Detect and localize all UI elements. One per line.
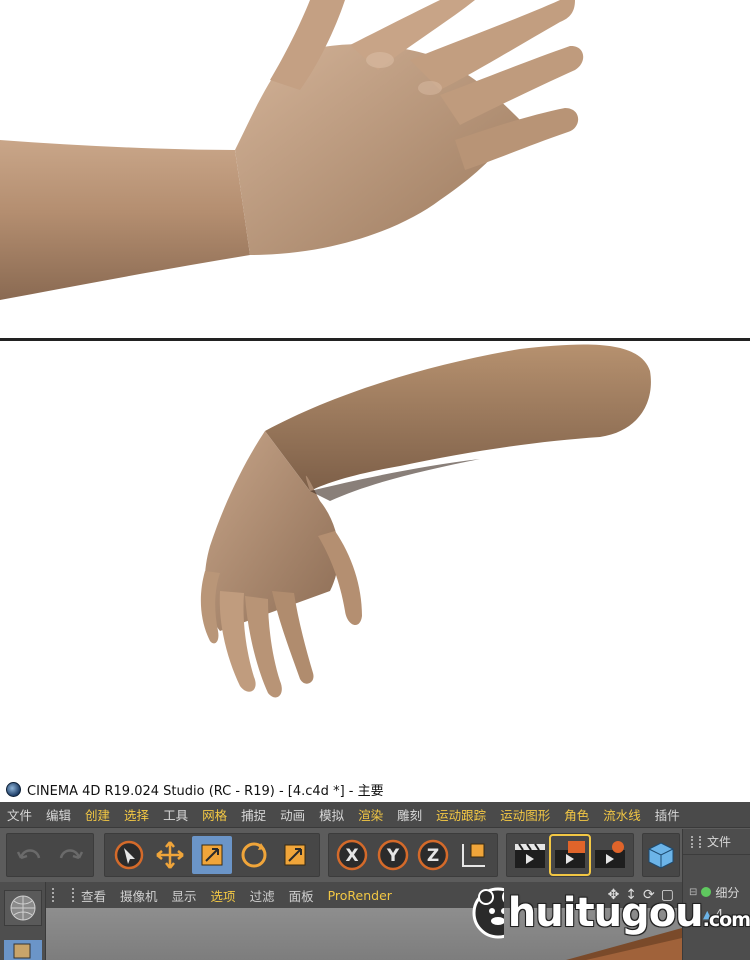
axis-lock-group: X Y Z — [328, 833, 498, 877]
hand-render-bent — [200, 344, 651, 698]
render-group — [506, 833, 634, 877]
window-titlebar: CINEMA 4D R19.024 Studio (RC - R19) - [4… — [0, 776, 750, 802]
left-palette — [0, 882, 46, 960]
vm-panel[interactable]: 面板 — [282, 886, 321, 905]
redo-icon — [59, 849, 84, 860]
menu-render[interactable]: 渲染 — [351, 805, 390, 824]
watermark: huitugou.com — [470, 873, 750, 953]
menu-simulate[interactable]: 模拟 — [312, 805, 351, 824]
scale-button[interactable] — [192, 836, 232, 874]
vm-options[interactable]: 选项 — [204, 886, 243, 905]
render-settings-button[interactable] — [591, 836, 629, 874]
menu-animate[interactable]: 动画 — [273, 805, 312, 824]
render-view-bottom — [0, 341, 750, 775]
cinema4d-logo-icon — [6, 781, 21, 797]
sphere-grid-icon — [10, 895, 36, 921]
menu-motion-tracker[interactable]: 运动跟踪 — [429, 805, 493, 824]
live-selection-icon — [114, 840, 144, 870]
cube-button[interactable] — [643, 836, 679, 874]
menu-tools[interactable]: 工具 — [156, 805, 195, 824]
render-view-button[interactable] — [511, 836, 549, 874]
vm-display[interactable]: 显示 — [165, 886, 204, 905]
vm-filter[interactable]: 过滤 — [243, 886, 282, 905]
watermark-text: huitugou.com — [507, 890, 750, 936]
menu-edit[interactable]: 编辑 — [39, 805, 78, 824]
move-icon — [156, 841, 185, 869]
history-group — [6, 833, 94, 877]
coordinate-system-button[interactable] — [455, 836, 494, 874]
y-axis-button[interactable]: Y — [374, 836, 413, 874]
last-tool-button[interactable] — [275, 836, 315, 874]
huitugou-logo-icon — [472, 887, 504, 939]
rotate-icon — [241, 842, 267, 868]
undo-icon — [16, 849, 41, 860]
render-picture-viewer-icon — [555, 841, 585, 868]
menu-mograph[interactable]: 运动图形 — [493, 805, 557, 824]
hand-render-open — [0, 0, 584, 300]
menu-file[interactable]: 文件 — [0, 805, 39, 824]
live-selection-button[interactable] — [109, 836, 149, 874]
cube-icon — [648, 842, 674, 869]
object-manager-header: 文件 — [683, 829, 750, 855]
menu-plugins[interactable]: 插件 — [648, 805, 687, 824]
last-tool-icon — [284, 844, 306, 866]
window-title: CINEMA 4D R19.024 Studio (RC - R19) - [4… — [27, 783, 384, 799]
x-axis-button[interactable]: X — [333, 836, 372, 874]
menu-sculpt[interactable]: 雕刻 — [390, 805, 429, 824]
vm-cameras[interactable]: 摄像机 — [113, 886, 165, 905]
y-axis-icon: Y — [377, 839, 408, 871]
menu-select[interactable]: 选择 — [117, 805, 156, 824]
model-mode-button[interactable] — [4, 890, 42, 926]
vm-view[interactable]: 查看 — [74, 886, 113, 905]
menu-snap[interactable]: 捕捉 — [234, 805, 273, 824]
om-file-menu[interactable]: 文件 — [707, 833, 731, 850]
z-axis-icon: Z — [418, 839, 449, 871]
svg-text:X: X — [346, 846, 359, 866]
panel-grip-icon[interactable] — [52, 888, 74, 902]
undo-button[interactable] — [11, 836, 49, 874]
menu-character[interactable]: 角色 — [557, 805, 596, 824]
vm-prorender[interactable]: ProRender — [321, 888, 399, 903]
move-button[interactable] — [151, 836, 191, 874]
transform-tools-group — [104, 833, 320, 877]
object-mode-button[interactable] — [4, 940, 42, 960]
redo-button[interactable] — [51, 836, 89, 874]
panel-grip-icon[interactable] — [691, 835, 701, 848]
svg-text:Z: Z — [427, 846, 439, 866]
render-view-icon — [515, 843, 545, 868]
z-axis-button[interactable]: Z — [414, 836, 453, 874]
menu-mesh[interactable]: 网格 — [195, 805, 234, 824]
main-menubar: 文件 编辑 创建 选择 工具 网格 捕捉 动画 模拟 渲染 雕刻 运动跟踪 运动… — [0, 802, 750, 828]
object-mode-icon — [13, 943, 31, 959]
rotate-button[interactable] — [234, 836, 274, 874]
x-axis-icon: X — [337, 839, 368, 871]
render-settings-icon — [595, 841, 625, 868]
scale-icon — [201, 844, 223, 866]
render-picture-viewer-button[interactable] — [549, 834, 591, 876]
menu-pipeline[interactable]: 流水线 — [596, 805, 648, 824]
render-view-top — [0, 0, 750, 338]
svg-text:Y: Y — [386, 846, 400, 866]
coordinate-system-icon — [461, 843, 485, 867]
menu-create[interactable]: 创建 — [78, 805, 117, 824]
primitive-group — [642, 833, 680, 877]
